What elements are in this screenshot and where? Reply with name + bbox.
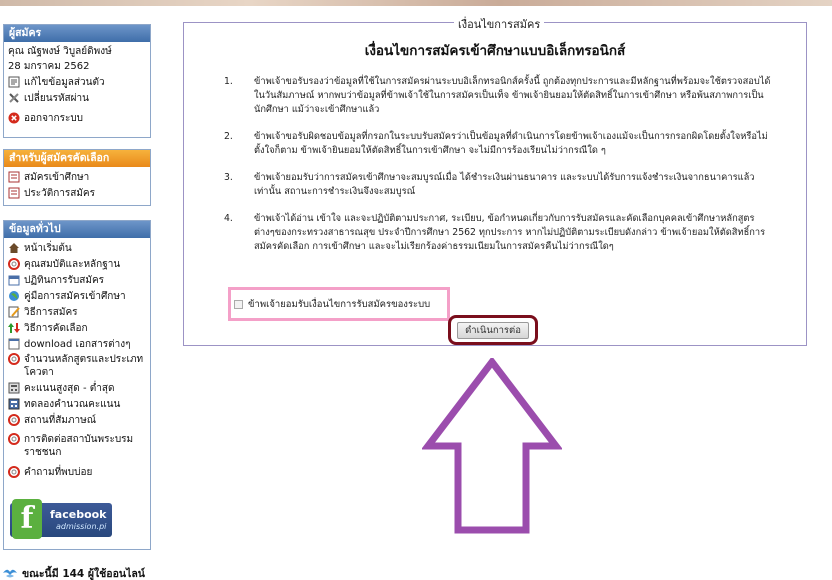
agree-label[interactable]: ข้าพเจ้ายอมรับเงื่อนไขการรับสมัครของระบบ (248, 297, 430, 312)
calculator-icon (8, 398, 20, 410)
applicant-name: คุณ ณัฐพงษ์ วิบูลย์ดิพงษ์ (8, 46, 112, 57)
sidebar-item-qualifications[interactable]: คุณสมบัติและหลักฐาน (8, 256, 146, 272)
term-item: 3. ข้าพเจ้ายอมรับว่าการสมัครเข้าศึกษาจะส… (224, 172, 755, 197)
conditions-legend: เงื่อนไขการสมัคร (454, 15, 545, 33)
selected-panel-title: สำหรับผู้สมัครคัดเลือก (4, 150, 150, 167)
facebook-sub-label: admission.pi (56, 522, 107, 531)
sidebar-item-selection-method[interactable]: วิธีการคัดเลือก (8, 320, 146, 336)
applicant-panel: ผู้สมัคร คุณ ณัฐพงษ์ วิบูลย์ดิพงษ์ 28 มก… (3, 24, 151, 138)
applicant-panel-title: ผู้สมัคร (4, 25, 150, 42)
home-icon (8, 242, 20, 254)
calendar-icon (8, 274, 20, 286)
agree-highlight-box: ข้าพเจ้ายอมรับเงื่อนไขการรับสมัครของระบบ (228, 287, 450, 321)
up-down-arrows-icon (8, 322, 20, 334)
page-title: เงื่อนไขการสมัครเข้าศึกษาแบบอิเล็กทรอนิก… (364, 43, 626, 59)
tools-icon (8, 92, 20, 104)
application-history-link[interactable]: ประวัติการสมัคร (8, 185, 146, 201)
sidebar-item-home[interactable]: หน้าเริ่มต้น (8, 240, 146, 256)
edit-profile-link[interactable]: แก้ไขข้อมูลส่วนตัว (8, 74, 146, 90)
document-icon (8, 338, 20, 350)
form-icon (8, 171, 20, 183)
lifebuoy-icon (8, 353, 20, 365)
sidebar-item-interview-location[interactable]: สถานที่สัมภาษณ์ (8, 412, 146, 428)
terms-list: 1. ข้าพเจ้าขอรับรองว่าข้อมูลที่ใช้ในการส… (224, 75, 774, 267)
term-item: 1. ข้าพเจ้าขอรับรองว่าข้อมูลที่ใช้ในการส… (224, 76, 771, 115)
sidebar-item-how-to-apply[interactable]: วิธีการสมัคร (8, 304, 146, 320)
globe-icon (8, 290, 20, 302)
lifebuoy-icon (8, 414, 20, 426)
sidebar-item-score-range[interactable]: คะแนนสูงสุด - ต่ำสุด (8, 380, 146, 396)
sidebar-item-manual[interactable]: คู่มือการสมัครเข้าศึกษา (8, 288, 146, 304)
change-password-link[interactable]: เปลี่ยนรหัสผ่าน (8, 90, 146, 106)
sidebar-item-calendar[interactable]: ปฏิทินการรับสมัคร (8, 272, 146, 288)
bird-icon (2, 566, 18, 580)
proceed-button[interactable]: ดำเนินการต่อ (457, 322, 529, 339)
sidebar-item-contact-institute[interactable]: การติดต่อสถาบันพระบรมราชชนก (8, 432, 146, 460)
logout-link[interactable]: ออกจากระบบ (8, 110, 146, 126)
sidebar-item-courses-quota[interactable]: จำนวนหลักสูตรและประเภทโควตา (8, 352, 146, 380)
online-users-status: ขณะนี้มี 144 ผู้ใช้ออนไลน์ (2, 564, 152, 580)
sidebar-item-download[interactable]: download เอกสารต่างๆ (8, 336, 146, 352)
facebook-logo[interactable]: f facebook admission.pi (10, 499, 112, 539)
sidebar-item-faq[interactable]: คำถามที่พบบ่อย (8, 464, 146, 480)
form-icon (8, 187, 20, 199)
apply-study-link[interactable]: สมัครเข้าศึกษา (8, 169, 146, 185)
form-icon (8, 76, 20, 88)
sidebar: ผู้สมัคร คุณ ณัฐพงษ์ วิบูลย์ดิพงษ์ 28 มก… (0, 6, 152, 580)
up-arrow-annotation-icon (422, 358, 562, 534)
lifebuoy-icon (8, 258, 20, 270)
facebook-f-icon: f (12, 499, 42, 539)
general-panel-title: ข้อมูลทั่วไป (4, 221, 150, 238)
sidebar-item-score-calculator[interactable]: ทดลองคำนวณคะแนน (8, 396, 146, 412)
selected-applicant-panel: สำหรับผู้สมัครคัดเลือก สมัครเข้าศึกษา ปร… (3, 149, 151, 206)
proceed-button-highlight: ดำเนินการต่อ (448, 315, 538, 345)
close-circle-icon (8, 112, 20, 124)
calculator-icon (8, 382, 20, 394)
term-item: 2. ข้าพเจ้าขอรับผิดชอบข้อมูลที่กรอกในระบ… (224, 131, 768, 156)
term-item: 4. ข้าพเจ้าได้อ่าน เข้าใจ และจะปฏิบัติตา… (224, 213, 766, 252)
agree-checkbox[interactable] (234, 299, 243, 309)
conditions-fieldset: เงื่อนไขการสมัคร เงื่อนไขการสมัครเข้าศึก… (183, 15, 807, 346)
facebook-label: facebook (50, 508, 107, 521)
applicant-date: 28 มกราคม 2562 (8, 61, 90, 72)
pencil-note-icon (8, 306, 20, 318)
lifebuoy-icon (8, 433, 20, 445)
lifebuoy-icon (8, 466, 20, 478)
